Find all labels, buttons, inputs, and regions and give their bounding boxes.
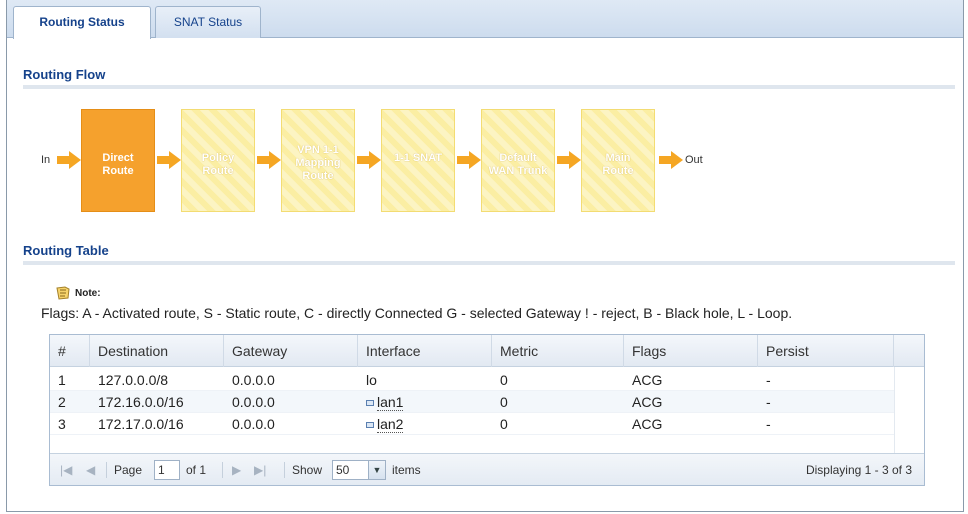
- section-divider: [23, 85, 955, 89]
- routing-table: # Destination Gateway Interface Metric F…: [49, 334, 925, 486]
- column-header-number[interactable]: #: [50, 335, 90, 367]
- next-page-icon[interactable]: ▶: [232, 454, 241, 486]
- toolbar-separator: [222, 462, 223, 478]
- cell-flags: ACG: [632, 372, 663, 388]
- cell-metric: 0: [500, 372, 508, 388]
- routing-table-title: Routing Table: [23, 243, 109, 258]
- flow-in-label: In: [41, 154, 51, 166]
- cell-destination: 172.16.0.0/16: [98, 394, 184, 410]
- table-header: # Destination Gateway Interface Metric F…: [50, 335, 924, 367]
- page-label: Page: [114, 463, 143, 477]
- cell-interface: lan2: [358, 413, 404, 435]
- cell-metric: 0: [500, 416, 508, 432]
- interface-link-lan2[interactable]: lan2: [377, 416, 404, 433]
- flow-arrow-icon: [659, 151, 683, 169]
- note-label: Note:: [75, 288, 101, 299]
- cell-flags: ACG: [632, 416, 663, 432]
- flow-out-label: Out: [685, 154, 703, 166]
- cell-destination: 172.17.0.0/16: [98, 416, 184, 432]
- cell-destination: 127.0.0.0/8: [98, 372, 169, 388]
- cell-gateway: 0.0.0.0: [232, 394, 275, 410]
- flow-step-main-route[interactable]: Main Route: [581, 109, 655, 212]
- section-divider: [23, 261, 955, 265]
- routing-flow-title: Routing Flow: [23, 67, 106, 82]
- flow-arrow-icon: [457, 151, 481, 169]
- page-size-value: 50: [336, 463, 350, 477]
- flow-step-direct-route[interactable]: Direct Route: [81, 109, 155, 212]
- routing-status-panel: Routing Status SNAT Status Routing Flow …: [6, 0, 964, 512]
- tab-routing-status[interactable]: Routing Status: [13, 6, 151, 39]
- previous-page-icon[interactable]: ◀: [86, 454, 95, 486]
- items-label: items: [392, 463, 421, 477]
- pagination-toolbar: |◀ ◀ Page 1 of 1 ▶ ▶| Show 50 ▼ items Di…: [50, 453, 924, 485]
- cell-gateway: 0.0.0.0: [232, 372, 275, 388]
- last-page-icon[interactable]: ▶|: [254, 454, 266, 486]
- cell-interface: lan1: [358, 391, 404, 413]
- cell-number: 1: [58, 372, 66, 388]
- cell-flags: ACG: [632, 394, 663, 410]
- tab-bar: Routing Status SNAT Status: [7, 0, 963, 39]
- flags-legend: Flags: A - Activated route, S - Static r…: [41, 305, 793, 321]
- page-number-input[interactable]: 1: [154, 460, 180, 480]
- table-row[interactable]: 3 172.17.0.0/16 0.0.0.0 lan2 0 ACG -: [50, 413, 924, 435]
- cell-persist: -: [766, 372, 771, 388]
- flow-step-default-wan-trunk[interactable]: Default WAN Trunk: [481, 109, 555, 212]
- cell-interface: lo: [366, 372, 377, 388]
- flow-arrow-icon: [557, 151, 581, 169]
- page-count-label: of 1: [186, 463, 207, 477]
- network-interface-icon: [366, 400, 374, 406]
- column-header-destination[interactable]: Destination: [90, 335, 224, 367]
- cell-number: 3: [58, 416, 66, 432]
- show-label: Show: [292, 463, 323, 477]
- flow-arrow-icon: [157, 151, 181, 169]
- toolbar-separator: [106, 462, 107, 478]
- column-header-gateway[interactable]: Gateway: [224, 335, 358, 367]
- network-interface-icon: [366, 422, 374, 428]
- cell-persist: -: [766, 416, 771, 432]
- cell-metric: 0: [500, 394, 508, 410]
- table-row[interactable]: 1 127.0.0.0/8 0.0.0.0 lo 0 ACG -: [50, 369, 924, 391]
- column-header-persist[interactable]: Persist: [758, 335, 894, 367]
- cell-number: 2: [58, 394, 66, 410]
- table-row[interactable]: 2 172.16.0.0/16 0.0.0.0 lan1 0 ACG -: [50, 391, 924, 413]
- chevron-down-icon[interactable]: ▼: [368, 461, 385, 479]
- flow-step-policy-route[interactable]: Policy Route: [181, 109, 255, 212]
- column-header-flags[interactable]: Flags: [624, 335, 758, 367]
- first-page-icon[interactable]: |◀: [60, 454, 72, 486]
- displaying-count: Displaying 1 - 3 of 3: [805, 463, 912, 477]
- toolbar-separator: [284, 462, 285, 478]
- table-scroll-area[interactable]: [894, 367, 924, 453]
- flow-arrow-icon: [57, 151, 81, 169]
- page-size-select[interactable]: 50 ▼: [332, 460, 386, 480]
- flow-step-vpn-mapping-route[interactable]: VPN 1-1 Mapping Route: [281, 109, 355, 212]
- cell-persist: -: [766, 394, 771, 410]
- interface-link-lan1[interactable]: lan1: [377, 394, 404, 411]
- column-header-metric[interactable]: Metric: [492, 335, 624, 367]
- column-header-interface[interactable]: Interface: [358, 335, 492, 367]
- tab-snat-status[interactable]: SNAT Status: [155, 6, 261, 38]
- flow-step-snat[interactable]: 1-1 SNAT: [381, 109, 455, 212]
- cell-gateway: 0.0.0.0: [232, 416, 275, 432]
- flow-arrow-icon: [257, 151, 281, 169]
- note-icon: [56, 286, 70, 300]
- flow-arrow-icon: [357, 151, 381, 169]
